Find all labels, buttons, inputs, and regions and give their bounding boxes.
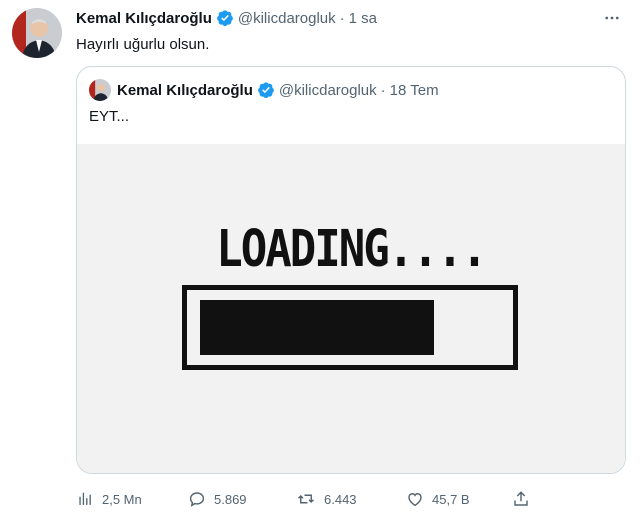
like-count: 45,7 B [432, 491, 470, 507]
heart-icon [408, 493, 422, 507]
share-icon [514, 491, 528, 506]
quoted-tweet-text: EYT... [89, 108, 130, 125]
author-name[interactable]: Kemal Kılıçdaroğlu [76, 10, 212, 27]
verified-badge-icon [216, 9, 234, 27]
author-avatar[interactable] [12, 8, 62, 58]
quoted-author-name: Kemal Kılıçdaroğlu [117, 81, 253, 99]
more-options-button[interactable] [600, 6, 624, 30]
tweet-text: Hayırlı uğurlu olsun. [76, 36, 210, 53]
loading-caption: LOADING.... [216, 220, 487, 279]
share-button[interactable] [512, 490, 538, 508]
verified-badge-icon [257, 81, 275, 99]
views-count: 2,5 Mn [102, 491, 142, 507]
tweet-action-bar: 2,5 Mn 5.869 6.443 45,7 B [76, 487, 538, 511]
like-button[interactable]: 45,7 B [406, 490, 512, 508]
quoted-author-handle: @kilicdarogluk [278, 81, 377, 99]
retweet-button[interactable]: 6.443 [296, 490, 406, 508]
reply-button[interactable]: 5.869 [188, 490, 296, 508]
loading-progress-bar [182, 285, 518, 370]
quoted-tweet-timestamp: 18 Tem [389, 81, 439, 99]
quoted-tweet-image[interactable]: LOADING.... [77, 144, 625, 473]
quoted-tweet-header: Kemal Kılıçdaroğlu @kilicdarogluk · 18 T… [89, 79, 439, 101]
tweet-timestamp[interactable]: 1 sa [349, 10, 377, 27]
more-dots-icon [605, 16, 619, 20]
dot-separator: · [380, 81, 386, 99]
retweet-icon [297, 494, 315, 504]
quoted-tweet[interactable]: Kemal Kılıçdaroğlu @kilicdarogluk · 18 T… [76, 66, 626, 474]
dot-separator: · [339, 9, 345, 27]
quoted-author-avatar [89, 79, 111, 101]
views-button[interactable]: 2,5 Mn [76, 490, 188, 508]
loading-progress-fill [200, 300, 434, 355]
reply-count: 5.869 [214, 491, 247, 507]
reply-icon [189, 492, 205, 507]
tweet-header: Kemal Kılıçdaroğlu @kilicdarogluk · 1 sa [76, 8, 377, 28]
analytics-icon [79, 492, 91, 505]
retweet-count: 6.443 [324, 491, 357, 507]
author-handle[interactable]: @kilicdarogluk [238, 10, 336, 27]
